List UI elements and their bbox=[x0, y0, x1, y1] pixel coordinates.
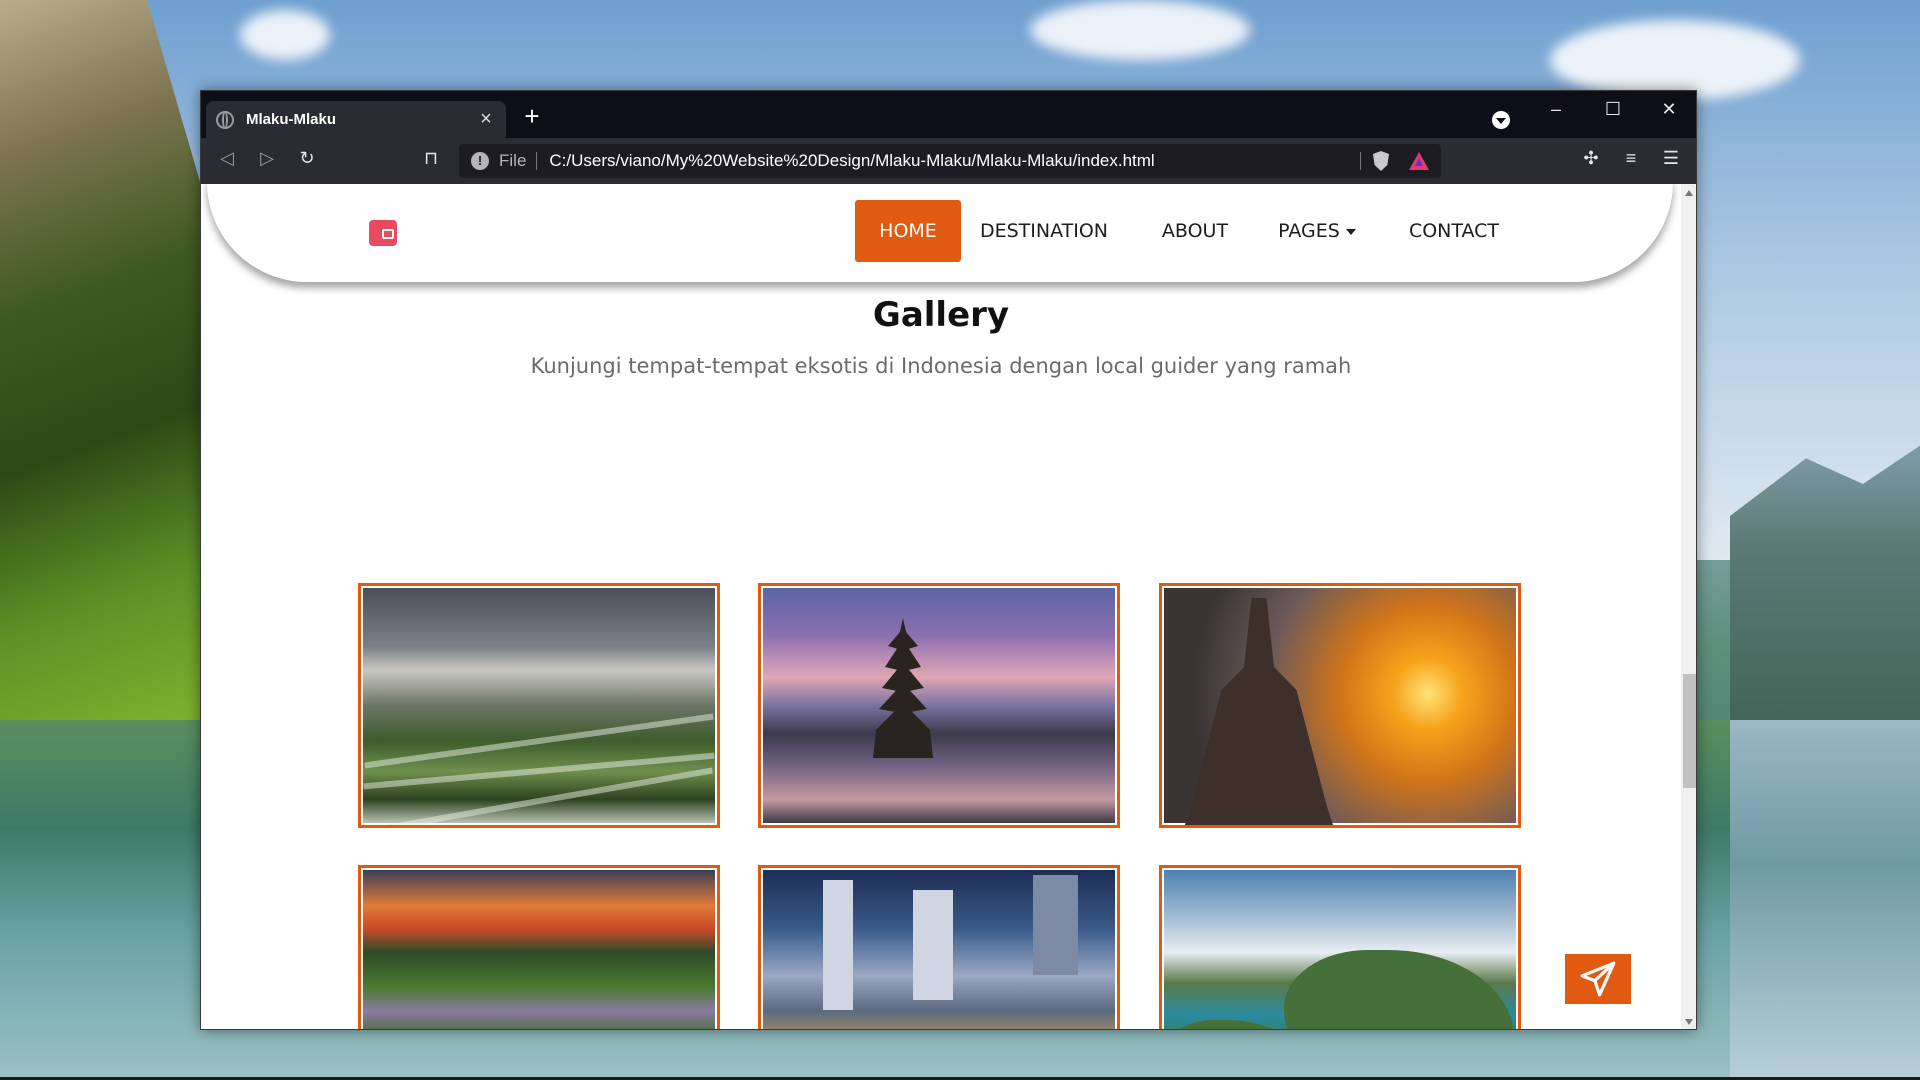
gallery-photo-borobudur[interactable] bbox=[1159, 583, 1521, 828]
page-viewport: HOME DESTINATION ABOUT PAGES CONTACT Gal… bbox=[201, 184, 1696, 1029]
photo-image bbox=[363, 588, 715, 825]
photo-detail bbox=[1033, 875, 1078, 975]
site-navbar: HOME DESTINATION ABOUT PAGES CONTACT bbox=[207, 184, 1673, 282]
wallpaper-cloud bbox=[1550, 20, 1800, 100]
extensions-icon[interactable]: ✣ bbox=[1577, 148, 1605, 169]
bookmark-icon[interactable]: ⊓ bbox=[417, 148, 445, 169]
brave-rewards-icon[interactable] bbox=[1409, 152, 1429, 170]
reload-icon[interactable]: ↻ bbox=[293, 148, 321, 169]
wallpaper-cliff bbox=[0, 0, 210, 720]
photo-image bbox=[763, 588, 1115, 823]
tab-title: Mlaku-Mlaku bbox=[246, 111, 337, 128]
photo-detail bbox=[1284, 950, 1514, 1029]
nav-home[interactable]: HOME bbox=[855, 200, 961, 262]
photo-detail bbox=[1164, 1020, 1304, 1029]
menu-icon[interactable]: ☰ bbox=[1657, 148, 1685, 169]
profile-dropdown-icon[interactable] bbox=[1492, 111, 1510, 129]
gallery-photo-padar-island[interactable] bbox=[1159, 865, 1521, 1029]
nav-destination[interactable]: DESTINATION bbox=[979, 200, 1109, 262]
gallery-photo-jakarta[interactable] bbox=[758, 865, 1120, 1029]
photo-detail bbox=[913, 890, 953, 1000]
photo-image bbox=[1164, 588, 1516, 825]
gallery-photo-rice-terraces[interactable] bbox=[358, 583, 720, 828]
browser-window: Mlaku-Mlaku × + – ☐ ✕ ◁ ▷ ↻ ⊓ ! File C:/… bbox=[200, 90, 1697, 1030]
nav-contact[interactable]: CONTACT bbox=[1407, 200, 1501, 262]
url-scheme-label: File bbox=[499, 151, 527, 170]
gallery-title: Gallery bbox=[872, 295, 1010, 335]
page-scrollbar[interactable] bbox=[1681, 184, 1696, 1029]
caret-down-icon bbox=[1345, 228, 1356, 235]
nav-about[interactable]: ABOUT bbox=[1160, 200, 1230, 262]
photo-detail bbox=[1184, 598, 1334, 825]
nav-pages-label: PAGES bbox=[1278, 220, 1340, 242]
url-text[interactable]: C:/Users/viano/My%20Website%20Design/Mla… bbox=[549, 151, 1348, 171]
scroll-down-icon[interactable] bbox=[1685, 1019, 1693, 1025]
wallpaper-cloud bbox=[1030, 0, 1250, 60]
browser-titlebar: Mlaku-Mlaku × + – ☐ ✕ bbox=[201, 91, 1696, 138]
nav-destination-label: DESTINATION bbox=[979, 220, 1109, 242]
close-window-button[interactable]: ✕ bbox=[1649, 99, 1689, 120]
browser-toolbar: ◁ ▷ ↻ ⊓ ! File C:/Users/viano/My%20Websi… bbox=[201, 138, 1696, 184]
url-separator bbox=[536, 152, 538, 170]
brave-shield-icon[interactable] bbox=[1373, 151, 1389, 171]
photo-detail bbox=[365, 767, 713, 825]
maximize-button[interactable]: ☐ bbox=[1593, 99, 1633, 120]
info-icon[interactable]: ! bbox=[471, 152, 489, 170]
scroll-thumb[interactable] bbox=[1683, 674, 1696, 788]
minimize-button[interactable]: – bbox=[1536, 99, 1576, 120]
back-icon[interactable]: ◁ bbox=[213, 148, 241, 169]
photo-image bbox=[363, 870, 715, 1029]
paper-plane-icon bbox=[1580, 961, 1616, 997]
nav-pages[interactable]: PAGES bbox=[1275, 200, 1359, 262]
wallpaper-cloud bbox=[240, 10, 330, 60]
url-separator bbox=[1360, 152, 1361, 170]
gallery-photo-temple-lake[interactable] bbox=[758, 583, 1120, 828]
globe-icon bbox=[216, 110, 234, 129]
nav-about-label: ABOUT bbox=[1161, 220, 1229, 242]
new-tab-button[interactable]: + bbox=[519, 101, 545, 132]
nav-home-label: HOME bbox=[879, 220, 937, 242]
photo-image bbox=[763, 870, 1115, 1029]
wallpaper-lake-right bbox=[1730, 720, 1920, 1080]
forward-icon[interactable]: ▷ bbox=[253, 148, 281, 169]
gallery-subtitle: Kunjungi tempat-tempat eksotis di Indone… bbox=[530, 354, 1352, 378]
photo-detail bbox=[873, 618, 933, 758]
playlist-icon[interactable]: ≡ bbox=[1617, 148, 1645, 169]
address-bar[interactable]: ! File C:/Users/viano/My%20Website%20Des… bbox=[459, 144, 1441, 178]
browser-tab[interactable]: Mlaku-Mlaku × bbox=[206, 101, 506, 138]
nav-contact-label: CONTACT bbox=[1408, 220, 1500, 242]
wallet-icon[interactable] bbox=[369, 220, 397, 246]
send-message-button[interactable] bbox=[1565, 954, 1631, 1004]
scroll-up-icon[interactable] bbox=[1685, 190, 1693, 196]
tab-close-icon[interactable]: × bbox=[476, 108, 496, 131]
photo-image bbox=[1164, 870, 1516, 1029]
gallery-photo-sunset-terraces[interactable] bbox=[358, 865, 720, 1029]
photo-detail bbox=[823, 880, 853, 1010]
